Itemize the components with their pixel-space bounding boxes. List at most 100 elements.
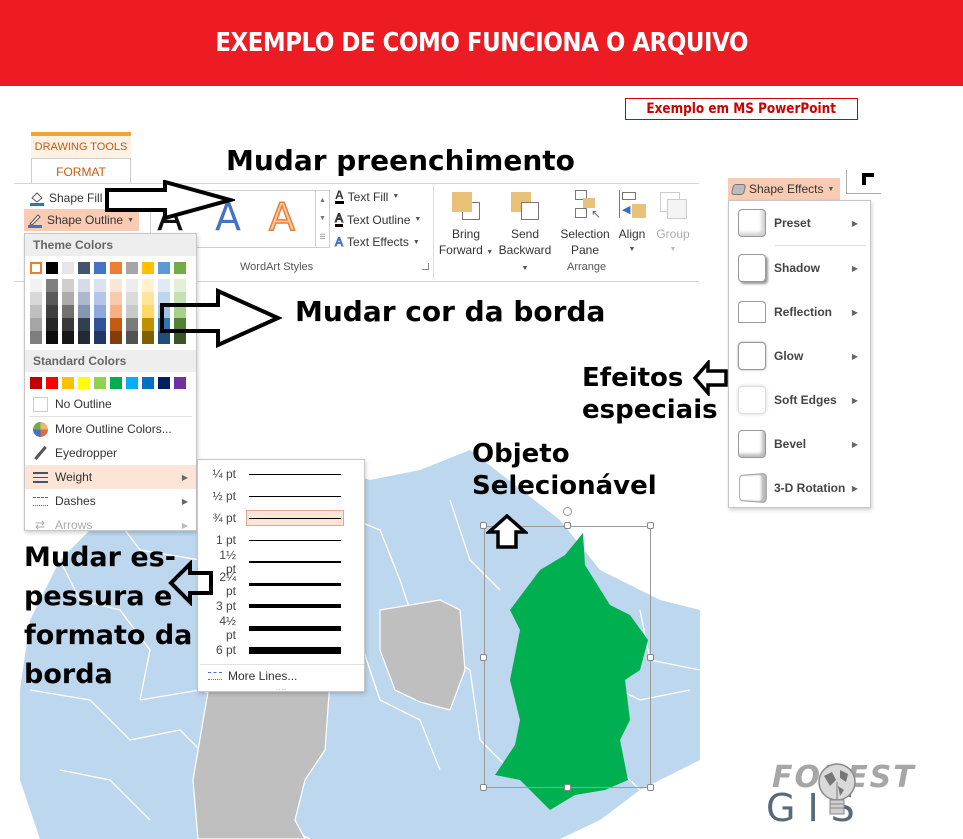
selection-pane-button[interactable]: ↖ Selection Pane <box>557 190 613 258</box>
theme-color-swatch[interactable] <box>46 262 58 274</box>
send-backward-button[interactable]: Send Backward ▼ <box>494 190 556 277</box>
theme-shade-swatch[interactable] <box>94 279 106 292</box>
wordart-style-orange-outline[interactable]: A <box>268 194 296 240</box>
theme-shade-swatch[interactable] <box>94 318 106 331</box>
theme-shade-swatch[interactable] <box>110 305 122 318</box>
resize-handle-ne[interactable] <box>647 522 654 529</box>
weight-option[interactable]: 4½ pt <box>206 614 364 642</box>
theme-shade-swatch[interactable] <box>30 305 42 318</box>
standard-color-swatch[interactable] <box>174 377 186 389</box>
weight-option[interactable]: ½ pt <box>206 485 364 507</box>
more-outline-colors-item[interactable]: More Outline Colors... <box>25 417 196 441</box>
text-effects-button[interactable]: A Text Effects ▼ <box>334 235 419 250</box>
standard-color-swatch[interactable] <box>46 377 58 389</box>
theme-shade-swatch[interactable] <box>94 292 106 305</box>
weight-option[interactable]: 6 pt <box>206 639 364 661</box>
align-button[interactable]: ◀ Align ▼ <box>614 190 650 258</box>
theme-shade-swatch[interactable] <box>126 292 138 305</box>
theme-shade-swatch[interactable] <box>94 331 106 344</box>
theme-shade-swatch[interactable] <box>126 279 138 292</box>
text-outline-button[interactable]: A Text Outline ▼ <box>334 212 421 227</box>
standard-color-swatch[interactable] <box>110 377 122 389</box>
theme-color-swatch[interactable] <box>142 262 154 274</box>
theme-shade-swatch[interactable] <box>126 305 138 318</box>
theme-color-swatch[interactable] <box>158 262 170 274</box>
group-button[interactable]: Group ▼ <box>652 190 694 258</box>
theme-shade-swatch[interactable] <box>110 279 122 292</box>
theme-shade-swatch[interactable] <box>46 318 58 331</box>
theme-shade-swatch[interactable] <box>110 292 122 305</box>
scroll-up-icon[interactable]: ▲ <box>319 197 326 204</box>
theme-shade-swatch[interactable] <box>46 279 58 292</box>
standard-color-swatch[interactable] <box>126 377 138 389</box>
theme-color-swatch[interactable] <box>174 262 186 274</box>
theme-shade-swatch[interactable] <box>62 305 74 318</box>
theme-shade-swatch[interactable] <box>46 331 58 344</box>
effects-item-shadow[interactable]: Shadow ▶ <box>729 246 870 290</box>
standard-color-swatch[interactable] <box>94 377 106 389</box>
effects-item-soft-edges[interactable]: Soft Edges ▶ <box>729 378 870 422</box>
resize-handle-n[interactable] <box>564 522 571 529</box>
shape-fill-button[interactable]: Shape Fill ▼ <box>26 188 116 208</box>
theme-shade-swatch[interactable] <box>78 292 90 305</box>
selection-box[interactable] <box>484 526 651 788</box>
no-outline-item[interactable]: No Outline <box>25 392 196 416</box>
weight-option[interactable]: ¼ pt <box>206 463 364 485</box>
resize-handle-s[interactable] <box>564 784 571 791</box>
effects-item-3d-rotation[interactable]: 3-D Rotation ▶ <box>729 466 870 510</box>
resize-handle-e[interactable] <box>647 654 654 661</box>
shape-effects-button[interactable]: Shape Effects ▼ <box>728 178 841 200</box>
weight-option[interactable]: ¾ pt <box>206 507 364 529</box>
text-fill-button[interactable]: A Text Fill ▼ <box>335 189 399 204</box>
resize-handle-se[interactable] <box>647 784 654 791</box>
theme-shade-swatch[interactable] <box>110 331 122 344</box>
theme-shade-swatch[interactable] <box>142 305 154 318</box>
resize-handle-w[interactable] <box>480 654 487 661</box>
theme-color-swatch[interactable] <box>62 262 74 274</box>
theme-shade-swatch[interactable] <box>142 279 154 292</box>
theme-shade-swatch[interactable] <box>30 279 42 292</box>
theme-shade-swatch[interactable] <box>78 331 90 344</box>
theme-shade-swatch[interactable] <box>30 292 42 305</box>
theme-shade-swatch[interactable] <box>142 331 154 344</box>
theme-shade-swatch[interactable] <box>126 331 138 344</box>
theme-shade-swatch[interactable] <box>142 292 154 305</box>
effects-item-reflection[interactable]: Reflection ▶ <box>729 290 870 334</box>
more-lines-item[interactable]: More Lines... <box>202 665 364 687</box>
theme-shade-swatch[interactable] <box>30 318 42 331</box>
bring-forward-button[interactable]: Bring Forward ▼ <box>438 190 494 261</box>
gallery-scroll[interactable]: ▲ ▼ ☰ <box>315 191 329 247</box>
dialog-launcher-icon[interactable] <box>422 263 429 270</box>
standard-color-swatch[interactable] <box>142 377 154 389</box>
resize-grip-icon[interactable]: ···· <box>198 686 364 694</box>
theme-shade-swatch[interactable] <box>78 318 90 331</box>
effects-item-preset[interactable]: Preset ▶ <box>729 201 870 245</box>
effects-item-glow[interactable]: Glow ▶ <box>729 334 870 378</box>
standard-color-swatch[interactable] <box>30 377 42 389</box>
theme-shade-swatch[interactable] <box>78 305 90 318</box>
theme-color-swatch[interactable] <box>78 262 90 274</box>
standard-color-swatch[interactable] <box>62 377 74 389</box>
arrows-item[interactable]: ⇄ Arrows ▶ <box>25 513 196 537</box>
theme-shade-swatch[interactable] <box>62 331 74 344</box>
gallery-expand-icon[interactable]: ☰ <box>319 233 325 241</box>
effects-item-bevel[interactable]: Bevel ▶ <box>729 422 870 466</box>
theme-shade-swatch[interactable] <box>94 305 106 318</box>
rotate-handle[interactable] <box>563 507 572 516</box>
standard-color-swatch[interactable] <box>158 377 170 389</box>
resize-handle-sw[interactable] <box>480 784 487 791</box>
weight-option[interactable]: 2¼ pt <box>206 570 364 598</box>
theme-color-swatch[interactable] <box>126 262 138 274</box>
theme-shade-swatch[interactable] <box>62 318 74 331</box>
theme-shade-swatch[interactable] <box>110 318 122 331</box>
theme-shade-swatch[interactable] <box>46 305 58 318</box>
theme-color-swatch[interactable] <box>30 262 42 274</box>
theme-shade-swatch[interactable] <box>142 318 154 331</box>
theme-shade-swatch[interactable] <box>62 279 74 292</box>
theme-shade-swatch[interactable] <box>62 292 74 305</box>
eyedropper-item[interactable]: Eyedropper <box>25 441 196 465</box>
theme-shade-swatch[interactable] <box>126 318 138 331</box>
theme-shade-swatch[interactable] <box>46 292 58 305</box>
standard-color-swatch[interactable] <box>78 377 90 389</box>
theme-color-swatch[interactable] <box>110 262 122 274</box>
